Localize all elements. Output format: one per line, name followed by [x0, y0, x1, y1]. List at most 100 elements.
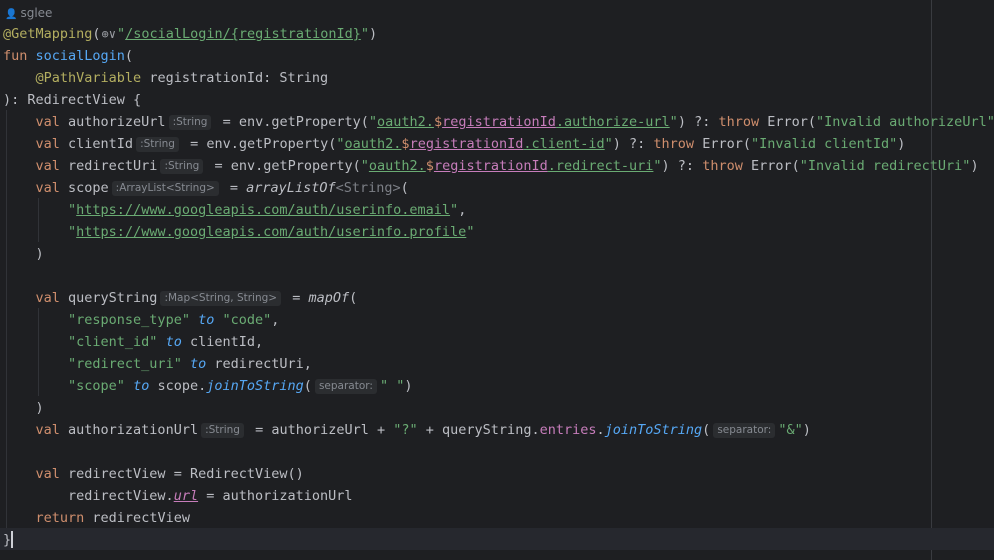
author-hint[interactable]: 👤 sglee [5, 4, 52, 22]
code-token: " [117, 26, 126, 42]
code-token: authorizationUrl [68, 422, 199, 438]
code-token: "Invalid clientId" [750, 136, 898, 152]
code-token: ) [802, 422, 811, 438]
code-token: https://www.googleapis.com/auth/userinfo… [76, 224, 467, 240]
code-token: joinToString [604, 422, 703, 438]
code-token: . [596, 422, 605, 438]
code-token: "Invalid authorizeUrl" [816, 114, 994, 130]
inlay-hint: separator: [713, 423, 776, 438]
inlay-hint: :String [168, 115, 212, 130]
code-token: return [35, 510, 93, 526]
code-line[interactable]: "scope" to scope.joinToString(separator:… [3, 375, 412, 397]
right-margin-guide [931, 0, 932, 560]
code-token: ) ?: [677, 114, 719, 130]
code-token: queryString [68, 290, 158, 306]
inlay-hint: :ArrayList<String> [111, 181, 219, 196]
code-line[interactable]: ): RedirectView { [3, 89, 141, 111]
code-line[interactable]: val authorizeUrl:String = env.getPropert… [3, 111, 994, 133]
code-token: val [35, 114, 69, 130]
code-token: " " [379, 378, 405, 394]
code-token: + queryString. [417, 422, 540, 438]
code-line[interactable]: val queryString:Map<String, String> = ma… [3, 287, 357, 309]
code-token: "Invalid redirectUri" [799, 158, 971, 174]
code-token: ( [702, 422, 711, 438]
code-token: to [198, 312, 215, 328]
code-token: "response_type" [68, 312, 190, 328]
code-token: val [35, 422, 69, 438]
code-token: val [35, 290, 69, 306]
code-line[interactable]: @GetMapping(⊕∨"/socialLogin/{registratio… [3, 23, 377, 45]
code-token: ( [303, 378, 312, 394]
code-token: ) [368, 26, 378, 42]
code-line[interactable]: ) [3, 397, 44, 419]
code-line[interactable]: redirectView.url = authorizationUrl [3, 485, 353, 507]
code-token: val [35, 180, 69, 196]
code-token: " [466, 224, 475, 240]
code-token: "&" [778, 422, 803, 438]
code-token: } [3, 532, 12, 548]
code-token: "?" [393, 422, 418, 438]
code-token: entries [539, 422, 597, 438]
code-token: ) [404, 378, 413, 394]
code-token: <String> [335, 180, 401, 196]
code-line[interactable]: } [3, 529, 11, 551]
code-token: @GetMapping [3, 26, 93, 42]
code-token: " [368, 114, 378, 130]
code-line[interactable]: "client_id" to clientId, [3, 331, 263, 353]
code-editor[interactable]: 👤 sglee @GetMapping(⊕∨"/socialLogin/{regi… [0, 0, 994, 560]
code-token: ): RedirectView { [3, 92, 142, 108]
code-token: " [669, 114, 678, 130]
code-token: redirectUri, [206, 356, 312, 372]
code-line[interactable]: "redirect_uri" to redirectUri, [3, 353, 312, 375]
code-token: = authorizeUrl + [246, 422, 394, 438]
code-line[interactable]: @PathVariable registrationId: String [3, 67, 329, 89]
inlay-hint: :String [136, 137, 179, 152]
code-token: @PathVariable [35, 70, 142, 86]
code-token: registrationId [409, 136, 524, 152]
code-token: val [35, 158, 69, 174]
code-line[interactable]: val clientId:String = env.getProperty("o… [3, 133, 905, 155]
code-token: oauth2. [344, 136, 402, 152]
code-line[interactable]: val authorizationUrl:String = authorizeU… [3, 419, 811, 441]
globe-icon[interactable]: ⊕∨ [102, 23, 116, 45]
code-token: ( [92, 26, 101, 42]
code-token: "redirect_uri" [68, 356, 182, 372]
code-token: redirectView = RedirectView() [68, 466, 304, 482]
code-token: .redirect-uri [547, 158, 654, 174]
code-token: = [284, 290, 309, 306]
code-token: oauth2. [377, 114, 434, 130]
code-token: $ [433, 114, 443, 130]
code-token: throw [653, 136, 703, 152]
code-token: val [35, 136, 69, 152]
code-line[interactable]: return redirectView [3, 507, 190, 529]
code-token: = [221, 180, 247, 196]
code-line[interactable]: "https://www.googleapis.com/auth/userinf… [3, 199, 466, 221]
code-token: $ [425, 158, 434, 174]
code-line[interactable]: ) [3, 243, 44, 265]
code-line[interactable]: fun socialLogin( [3, 45, 133, 67]
code-token: ) [3, 400, 44, 416]
code-line[interactable]: "https://www.googleapis.com/auth/userinf… [3, 221, 474, 243]
code-line[interactable]: val scope:ArrayList<String> = arrayListO… [3, 177, 409, 199]
code-token: " [360, 158, 369, 174]
code-token: "client_id" [68, 334, 158, 350]
code-line[interactable]: "response_type" to "code", [3, 309, 279, 331]
code-token: $ [401, 136, 410, 152]
code-token: " [360, 26, 369, 42]
code-line[interactable]: val redirectView = RedirectView() [3, 463, 304, 485]
code-token: to [189, 356, 207, 372]
code-line[interactable]: val redirectUri:String = env.getProperty… [3, 155, 979, 177]
code-token: socialLogin [35, 48, 125, 64]
